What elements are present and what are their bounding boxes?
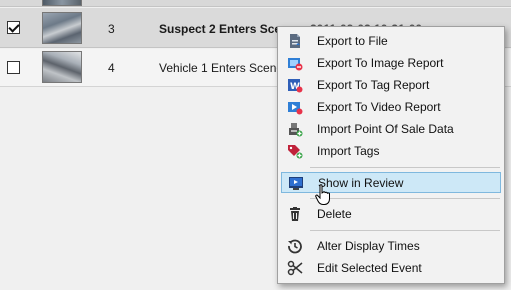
- row-checkbox[interactable]: [7, 21, 20, 34]
- menu-item-label: Delete: [317, 207, 352, 221]
- menu-item-export-tag-report[interactable]: W Export To Tag Report: [281, 75, 501, 96]
- trash-icon: [290, 207, 300, 221]
- menu-item-import-tags[interactable]: Import Tags: [281, 141, 501, 162]
- tag-report-icon: W: [288, 79, 303, 93]
- menu-item-alter-display-times[interactable]: Alter Display Times: [281, 236, 501, 257]
- event-title: Vehicle 1 Enters Scene: [159, 61, 284, 75]
- menu-item-export-image-report[interactable]: Export To Image Report: [281, 53, 501, 74]
- menu-item-label: Import Point Of Sale Data: [317, 122, 454, 136]
- review-icon: [289, 177, 303, 190]
- import-tags-icon: [288, 145, 303, 159]
- menu-separator: [310, 167, 500, 168]
- history-icon: [288, 239, 302, 254]
- scissors-icon: [287, 260, 303, 276]
- menu-item-label: Edit Selected Event: [317, 261, 422, 275]
- menu-item-label: Export To Image Report: [317, 56, 444, 70]
- menu-item-edit-selected-event[interactable]: Edit Selected Event: [281, 258, 501, 279]
- video-report-icon: [288, 102, 303, 115]
- export-file-icon: [290, 34, 300, 48]
- menu-item-show-in-review[interactable]: Show in Review: [281, 172, 501, 193]
- event-thumbnail: [42, 51, 82, 83]
- event-thumbnail: [42, 12, 82, 44]
- menu-item-label: Import Tags: [317, 144, 380, 158]
- menu-item-import-pos-data[interactable]: Import Point Of Sale Data: [281, 119, 501, 140]
- table-row[interactable]: [0, 0, 511, 7]
- row-checkbox[interactable]: [7, 61, 20, 74]
- event-number: 4: [108, 61, 115, 75]
- event-number: 3: [108, 22, 115, 36]
- menu-item-delete[interactable]: Delete: [281, 204, 501, 225]
- menu-item-label: Export to File: [317, 34, 388, 48]
- hand-cursor-icon: [315, 184, 330, 205]
- menu-item-label: Export To Tag Report: [317, 78, 430, 92]
- context-menu: Export to File Export To Image Report W …: [277, 26, 505, 284]
- menu-item-export-video-report[interactable]: Export To Video Report: [281, 97, 501, 118]
- menu-item-export-to-file[interactable]: Export to File: [281, 31, 501, 52]
- event-title: Suspect 2 Enters Scene: [159, 22, 296, 36]
- image-report-icon: [288, 58, 303, 71]
- menu-separator: [310, 198, 500, 199]
- pos-data-icon: [289, 123, 303, 137]
- menu-item-label: Alter Display Times: [317, 239, 420, 253]
- event-thumbnail: [42, 0, 82, 6]
- menu-separator: [310, 230, 500, 231]
- menu-item-label: Export To Video Report: [317, 100, 441, 114]
